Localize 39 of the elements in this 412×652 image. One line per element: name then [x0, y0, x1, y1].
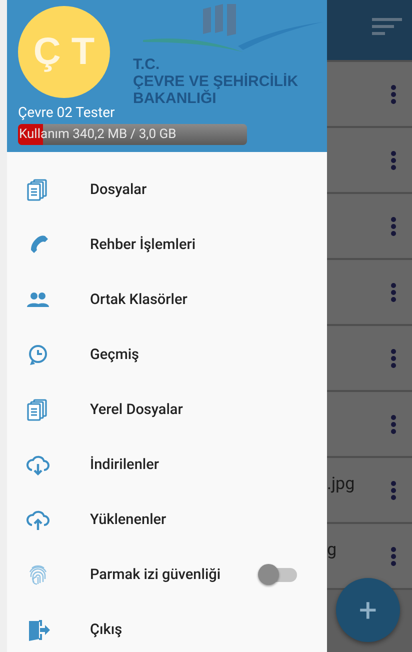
more-icon[interactable]	[391, 480, 397, 500]
clock-icon	[26, 342, 50, 366]
more-icon[interactable]	[391, 150, 397, 170]
more-icon[interactable]	[391, 546, 397, 566]
more-icon[interactable]	[391, 414, 397, 434]
menu-label: Yerel Dosyalar	[90, 401, 183, 418]
files-icon	[26, 178, 50, 202]
menu-item[interactable]: Geçmiş	[7, 327, 327, 382]
menu-label: Yüklenenler	[90, 511, 166, 528]
more-icon[interactable]	[391, 216, 397, 236]
menu-item[interactable]: Dosyalar	[7, 162, 327, 217]
sort-icon[interactable]	[372, 18, 402, 36]
menu-label: İndirilenler	[90, 456, 159, 473]
menu-label: Dosyalar	[90, 181, 147, 198]
files-icon	[26, 398, 50, 422]
user-name: Çevre 02 Tester	[18, 105, 116, 121]
menu-item[interactable]: Yerel Dosyalar	[7, 382, 327, 437]
more-icon[interactable]	[391, 282, 397, 302]
logo-text: ÇEVRE VE ŞEHİRCİLİK	[133, 73, 300, 90]
menu-item[interactable]: Ortak Klasörler	[7, 272, 327, 327]
menu-item[interactable]: Rehber İşlemleri	[7, 217, 327, 272]
menu-label: Parmak izi güvenliği	[90, 566, 221, 583]
avatar-initials: Ç T	[33, 30, 95, 74]
menu-item[interactable]: Yüklenenler	[7, 492, 327, 547]
menu-label: Geçmiş	[90, 346, 140, 363]
menu-item[interactable]: Parmak izi güvenliği	[7, 547, 327, 602]
file-name: g	[327, 540, 338, 560]
menu-item[interactable]: Çıkış	[7, 602, 327, 652]
menu-label: Çıkış	[90, 621, 122, 638]
add-button[interactable]: +	[336, 578, 400, 642]
menu-item[interactable]: İndirilenler	[7, 437, 327, 492]
more-icon[interactable]	[391, 348, 397, 368]
more-icon[interactable]	[391, 84, 397, 104]
logo-text: T.C.	[133, 56, 161, 73]
exit-door-icon	[26, 618, 50, 642]
file-name: .jpg	[327, 474, 356, 494]
logo-text: BAKANLIĞI	[133, 90, 218, 107]
menu-label: Rehber İşlemleri	[90, 236, 196, 253]
menu-label: Ortak Klasörler	[90, 291, 188, 308]
